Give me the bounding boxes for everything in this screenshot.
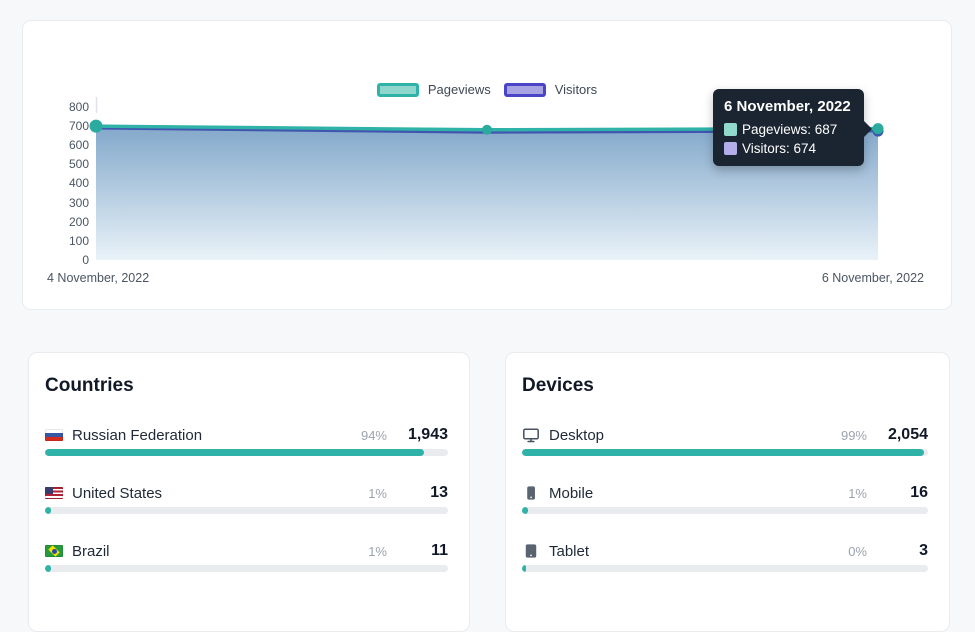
device-percent: 1% [848, 486, 867, 501]
russia-flag-icon [45, 429, 63, 441]
countries-card: Countries Russian Federation 94% 1,943 U… [28, 352, 470, 632]
y-tick: 500 [23, 156, 89, 172]
device-label: Desktop [549, 427, 841, 444]
progress-bar-fill [45, 507, 51, 514]
device-row-desktop[interactable]: Desktop 99% 2,054 [522, 423, 928, 456]
progress-bar [45, 507, 448, 514]
country-label: Russian Federation [72, 427, 361, 444]
device-value: 2,054 [886, 426, 928, 444]
country-row-russian-federation[interactable]: Russian Federation 94% 1,943 [45, 423, 448, 456]
progress-bar [522, 565, 928, 572]
progress-bar-fill [45, 449, 424, 456]
mobile-icon [522, 484, 540, 502]
countries-title: Countries [45, 375, 448, 397]
chart-tooltip: 6 November, 2022 Pageviews: 687 Visitors… [713, 89, 864, 166]
y-tick: 300 [23, 195, 89, 211]
country-label: United States [72, 485, 368, 502]
tooltip-row-visitors: Visitors: 674 [724, 141, 851, 156]
y-tick: 100 [23, 233, 89, 249]
dot-pageviews-1 [482, 125, 492, 135]
device-percent: 0% [848, 544, 867, 559]
tooltip-pageviews-value: Pageviews: 687 [742, 122, 837, 137]
y-tick: 0 [23, 252, 89, 268]
progress-bar [522, 449, 928, 456]
country-percent: 1% [368, 544, 387, 559]
progress-bar-fill [522, 565, 526, 572]
dot-pageviews-2 [873, 123, 884, 134]
traffic-chart-card: Pageviews Visitors 800 700 600 500 400 3… [22, 20, 952, 310]
y-tick: 400 [23, 175, 89, 191]
country-percent: 94% [361, 428, 387, 443]
progress-bar [522, 507, 928, 514]
progress-bar-fill [522, 507, 528, 514]
visitors-swatch-icon [724, 142, 737, 155]
tooltip-row-pageviews: Pageviews: 687 [724, 122, 851, 137]
progress-bar-fill [45, 565, 51, 572]
devices-title: Devices [522, 375, 928, 397]
country-value: 13 [406, 484, 448, 502]
country-percent: 1% [368, 486, 387, 501]
desktop-icon [522, 426, 540, 444]
dot-pageviews-0 [90, 120, 103, 133]
country-row-brazil[interactable]: Brazil 1% 11 [45, 539, 448, 572]
device-row-tablet[interactable]: Tablet 0% 3 [522, 539, 928, 572]
y-tick: 800 [23, 99, 89, 115]
country-value: 11 [406, 542, 448, 560]
y-tick: 200 [23, 214, 89, 230]
country-row-united-states[interactable]: United States 1% 13 [45, 481, 448, 514]
device-percent: 99% [841, 428, 867, 443]
us-flag-icon [45, 487, 63, 499]
tooltip-arrow [864, 121, 872, 137]
devices-card: Devices Desktop 99% 2,054 [505, 352, 950, 632]
tooltip-date: 6 November, 2022 [724, 98, 851, 115]
device-label: Tablet [549, 543, 848, 560]
brazil-flag-icon [45, 545, 63, 557]
y-tick: 600 [23, 137, 89, 153]
device-value: 16 [886, 484, 928, 502]
tablet-icon [522, 542, 540, 560]
country-value: 1,943 [406, 426, 448, 444]
pageviews-swatch-icon [724, 123, 737, 136]
device-row-mobile[interactable]: Mobile 1% 16 [522, 481, 928, 514]
device-value: 3 [886, 542, 928, 560]
x-axis-label-start: 4 November, 2022 [47, 271, 149, 285]
progress-bar [45, 449, 448, 456]
progress-bar-fill [522, 449, 924, 456]
progress-bar [45, 565, 448, 572]
tooltip-visitors-value: Visitors: 674 [742, 141, 816, 156]
y-tick: 700 [23, 118, 89, 134]
x-axis-label-end: 6 November, 2022 [822, 271, 924, 285]
device-label: Mobile [549, 485, 848, 502]
country-label: Brazil [72, 543, 368, 560]
